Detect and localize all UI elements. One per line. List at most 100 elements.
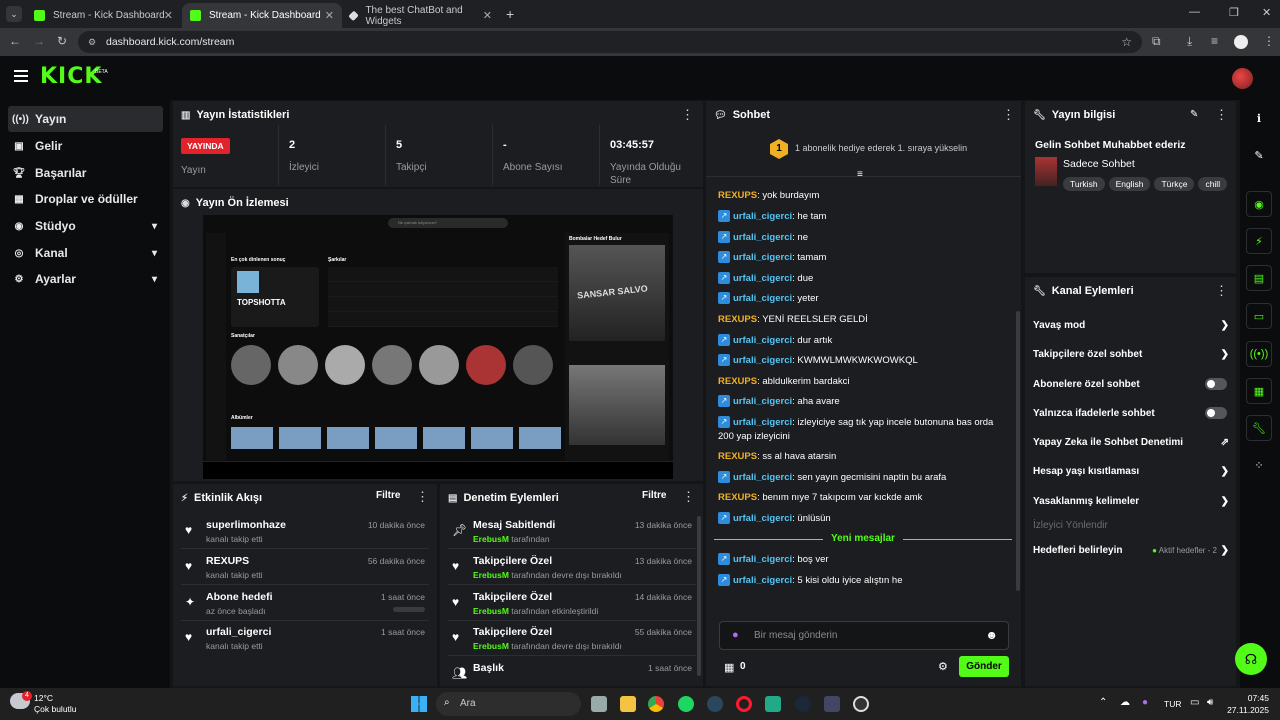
- sidebar-item-gelir[interactable]: ▣ Gelir: [8, 133, 163, 159]
- gift-banner[interactable]: 1 abonelik hediye ederek 1. sıraya yükse…: [795, 143, 967, 153]
- chat-icon[interactable]: ▭: [1246, 303, 1272, 329]
- chat-username[interactable]: urfali_cigerci: [733, 575, 792, 586]
- chrome-icon[interactable]: [648, 696, 664, 712]
- chat-username[interactable]: urfali_cigerci: [733, 252, 792, 263]
- document-icon[interactable]: ▤: [1246, 265, 1272, 291]
- chat-username[interactable]: REXUPS: [718, 376, 757, 387]
- chat-message[interactable]: ↗ urfali_cigerci: boş ver: [718, 553, 1008, 567]
- action-emotes-only[interactable]: Yalnızca ifadelerle sohbet: [1033, 399, 1229, 427]
- action-goals[interactable]: Hedefleri belirleyin ● Aktif hedefler - …: [1033, 536, 1229, 564]
- steam-2-icon[interactable]: [795, 696, 811, 712]
- chat-message[interactable]: ↗ urfali_cigerci: due: [718, 272, 1008, 286]
- action-followers-only[interactable]: Takipçilere özel sohbet ❯: [1033, 340, 1229, 368]
- language-indicator[interactable]: TUR: [1164, 699, 1181, 709]
- chat-message[interactable]: REXUPS: benım nıye 7 takıpcım var kıckde…: [718, 491, 1008, 505]
- chat-username[interactable]: urfali_cigerci: [733, 293, 792, 304]
- extensions-icon[interactable]: ⧉: [1152, 34, 1161, 49]
- chat-username[interactable]: REXUPS: [718, 451, 757, 462]
- sidebar-item-droplar[interactable]: ▦ Droplar ve ödüller: [8, 186, 163, 212]
- sidebar-item-ayarlar[interactable]: ⚙ Ayarlar ▾: [8, 266, 163, 292]
- chat-username[interactable]: REXUPS: [718, 190, 757, 201]
- tray-app-icon[interactable]: ☁: [1120, 697, 1130, 708]
- sidebar-item-kanal[interactable]: ◎ Kanal ▾: [8, 240, 163, 266]
- site-info-icon[interactable]: ⚙: [88, 37, 96, 48]
- list-item[interactable]: ✦ Abone hedefi az önce başladı 1 saat ön…: [181, 589, 429, 621]
- more-options-icon[interactable]: ⋮: [1215, 107, 1228, 123]
- kick-logo[interactable]: KICK: [40, 64, 102, 89]
- points-icon[interactable]: ▦: [724, 661, 734, 674]
- list-item[interactable]: ♥ Takipçilere Özel ErebusM tarafından de…: [448, 553, 696, 585]
- support-button[interactable]: ☊: [1235, 643, 1267, 675]
- clock-time[interactable]: 07:45: [1229, 693, 1269, 703]
- obs-icon[interactable]: [853, 696, 869, 712]
- chat-message[interactable]: ↗ urfali_cigerci: izleyiciye sag tık yap …: [718, 416, 1008, 444]
- chat-username[interactable]: urfali_cigerci: [733, 273, 792, 284]
- opera-icon[interactable]: [736, 696, 752, 712]
- chat-message[interactable]: ↗ urfali_cigerci: dur artık: [718, 334, 1008, 348]
- chat-message[interactable]: ↗ urfali_cigerci: ünlüsün: [718, 512, 1008, 526]
- profile-avatar[interactable]: [1234, 35, 1248, 49]
- chat-username[interactable]: urfali_cigerci: [733, 232, 792, 243]
- close-icon[interactable]: ✕: [164, 9, 173, 22]
- reload-icon[interactable]: ↻: [57, 34, 67, 48]
- task-view-icon[interactable]: [591, 696, 607, 712]
- subscribers-only-toggle[interactable]: [1205, 378, 1227, 390]
- more-options-icon[interactable]: ⋮: [1002, 107, 1015, 123]
- action-account-age[interactable]: Hesap yaşı kısıtlaması ❯: [1033, 457, 1229, 485]
- action-subscribers-only[interactable]: Abonelere özel sohbet: [1033, 370, 1229, 398]
- list-item[interactable]: 📌︎ Mesaj Sabitlendi ErebusM tarafından 1…: [448, 517, 696, 549]
- chat-username[interactable]: urfali_cigerci: [733, 472, 792, 483]
- camera-icon[interactable]: ◉: [1246, 191, 1272, 217]
- chat-message[interactable]: REXUPS: ss al hava atarsin: [718, 450, 1008, 464]
- chat-message[interactable]: REXUPS: abldulkerim bardakci: [718, 375, 1008, 389]
- chat-username[interactable]: urfali_cigerci: [733, 355, 792, 366]
- menu-icon[interactable]: ⋮: [1263, 34, 1275, 48]
- hamburger-icon[interactable]: [14, 70, 28, 82]
- chat-message[interactable]: ↗ urfali_cigerci: ne: [718, 231, 1008, 245]
- wrench-icon[interactable]: 🔧︎: [1246, 415, 1272, 441]
- back-icon[interactable]: ←: [9, 34, 21, 48]
- chat-settings-icon[interactable]: ⚙: [938, 660, 948, 673]
- chat-message[interactable]: ↗ urfali_cigerci: sen yayın gecmisini nap…: [718, 471, 1008, 485]
- minimize-icon[interactable]: —: [1189, 6, 1200, 18]
- bolt-icon[interactable]: ⚡︎: [1246, 228, 1272, 254]
- taskbar-search[interactable]: ⌕ Ara: [436, 692, 581, 716]
- chat-message[interactable]: ↗ urfali_cigerci: yeter: [718, 292, 1008, 306]
- chat-input[interactable]: ● Bir mesaj gönderin ☻: [719, 621, 1009, 650]
- network-icon[interactable]: ▭: [1190, 697, 1199, 708]
- spotify-icon[interactable]: [678, 696, 694, 712]
- emoji-icon[interactable]: ☻: [985, 628, 998, 642]
- more-options-icon[interactable]: ⋮: [1215, 283, 1228, 299]
- chat-scrollbar[interactable]: [1016, 311, 1020, 591]
- chat-message[interactable]: ↗ urfali_cigerci: tamam: [718, 251, 1008, 265]
- chat-username[interactable]: urfali_cigerci: [733, 396, 792, 407]
- mic-icon[interactable]: ●: [732, 629, 739, 641]
- chat-username[interactable]: urfali_cigerci: [733, 335, 792, 346]
- list-item[interactable]: ♥ Takipçilere Özel ErebusM tarafından de…: [448, 624, 696, 656]
- steam-icon[interactable]: [707, 696, 723, 712]
- chat-username[interactable]: urfali_cigerci: [733, 417, 792, 428]
- app-2-icon[interactable]: [824, 696, 840, 712]
- broadcast-icon[interactable]: ((•)): [1246, 341, 1272, 367]
- chat-message[interactable]: ↗ urfali_cigerci: KWMWLMWKWKWOWKQL: [718, 354, 1008, 368]
- clock-date[interactable]: 27.11.2025: [1220, 705, 1269, 715]
- more-options-icon[interactable]: ⋮: [681, 107, 694, 123]
- list-item[interactable]: ♥ urfali_cigerci kanalı takip etti 1 saa…: [181, 624, 429, 656]
- chat-username[interactable]: urfali_cigerci: [733, 211, 792, 222]
- chat-username[interactable]: urfali_cigerci: [733, 513, 792, 524]
- forward-icon[interactable]: →: [33, 34, 45, 48]
- tray-expand-icon[interactable]: ⌃: [1099, 697, 1107, 708]
- chat-message[interactable]: REXUPS: YENİ REELSLER GELDİ: [718, 313, 1008, 327]
- chat-message[interactable]: ↗ urfali_cigerci: he tam: [718, 210, 1008, 224]
- download-icon[interactable]: ⤓: [1187, 34, 1192, 49]
- scrollbar[interactable]: [697, 516, 701, 676]
- list-item[interactable]: ♥ superlimonhaze kanalı takip etti 10 da…: [181, 517, 429, 549]
- chat-username[interactable]: REXUPS: [718, 314, 757, 325]
- close-icon[interactable]: ✕: [325, 9, 334, 22]
- list-item[interactable]: ♥ REXUPS kanalı takip etti 56 dakika önc…: [181, 553, 429, 585]
- new-tab-button[interactable]: +: [506, 6, 514, 22]
- tab-search-button[interactable]: ⌄: [6, 6, 22, 22]
- send-button[interactable]: Gönder: [959, 656, 1009, 677]
- action-slow-mode[interactable]: Yavaş mod ❯: [1033, 311, 1229, 339]
- preview-video[interactable]: Ne çalmak istiyorsun? En çok dinlenen so…: [203, 215, 673, 479]
